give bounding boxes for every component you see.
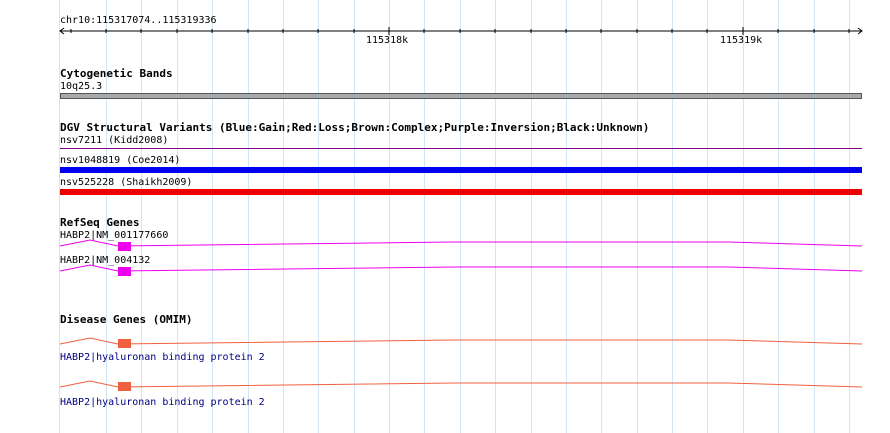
genome-browser-canvas: chr10:115317074..115319336 115318k 11531… — [0, 0, 890, 433]
omim-gene-label: HABP2|hyaluronan binding protein 2 — [60, 397, 265, 408]
omim-gene-model[interactable] — [0, 0, 890, 433]
